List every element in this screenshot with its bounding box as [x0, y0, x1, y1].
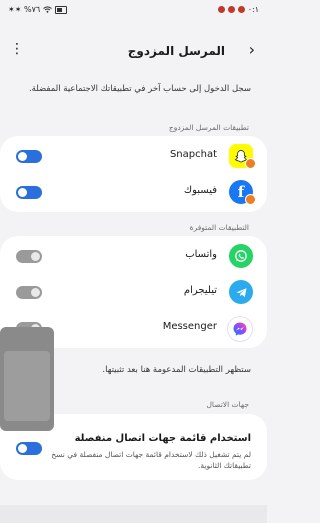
app-name: Messenger: [162, 321, 217, 332]
page-description: سجل الدخول إلى حساب آخر في تطبيقاتك الاج…: [28, 84, 251, 94]
section-label-contacts: جهات الاتصال: [206, 400, 249, 409]
app-name: Snapchat: [169, 149, 217, 160]
more-options-icon[interactable]: ⋮: [10, 42, 24, 56]
app-header: ⋮ المرسل المزدوج ›: [0, 36, 267, 66]
status-bar: ✶✶ %٧٦ ٠:١: [0, 0, 267, 22]
app-row-facebook[interactable]: f فيسبوك: [0, 174, 267, 210]
facebook-toggle[interactable]: [16, 186, 42, 199]
dual-apps-card: Snapchat f فيسبوك: [0, 136, 267, 212]
whatsapp-icon: [229, 244, 253, 268]
status-time: ٠:١: [247, 5, 259, 14]
overlay-thumbnail: [4, 351, 50, 421]
section-label-available: التطبيقات المتوفرة: [189, 223, 249, 232]
navigation-bar: [0, 505, 267, 523]
messenger-icon: [227, 316, 253, 342]
separate-contacts-title: استخدام قائمة جهات اتصال منفصلة: [74, 433, 251, 444]
separate-contacts-toggle[interactable]: [16, 442, 42, 455]
wifi-icon: [43, 6, 52, 13]
notification-icon: [237, 6, 245, 13]
status-right: ٠:١: [217, 5, 259, 14]
app-row-whatsapp[interactable]: واتساب: [0, 238, 267, 274]
separate-contacts-desc: لم يتم تشغيل ذلك لاستخدام قائمة جهات اتص…: [51, 450, 251, 470]
dual-badge-icon: [245, 158, 256, 169]
app-row-snapchat[interactable]: Snapchat: [0, 138, 267, 174]
floating-overlay[interactable]: [0, 327, 54, 431]
app-name: واتساب: [185, 249, 217, 260]
notification-icon: [217, 6, 225, 13]
telegram-toggle[interactable]: [16, 286, 42, 299]
status-indicators: ✶✶ %٧٦: [8, 5, 41, 14]
status-left: ✶✶ %٧٦: [8, 5, 68, 14]
telegram-icon: [229, 280, 253, 304]
battery-icon: [55, 5, 68, 14]
whatsapp-toggle[interactable]: [16, 250, 42, 263]
snapchat-toggle[interactable]: [16, 150, 42, 163]
back-arrow-icon[interactable]: ›: [249, 40, 255, 59]
app-name: تيليجرام: [183, 285, 217, 296]
page-title: المرسل المزدوج: [127, 44, 225, 58]
app-name: فيسبوك: [183, 185, 217, 196]
dual-badge-icon: [245, 194, 256, 205]
app-row-telegram[interactable]: تيليجرام: [0, 274, 267, 310]
notification-icon: [227, 6, 235, 13]
section-label-dual: تطبيقات المرسل المزدوج: [168, 123, 249, 132]
